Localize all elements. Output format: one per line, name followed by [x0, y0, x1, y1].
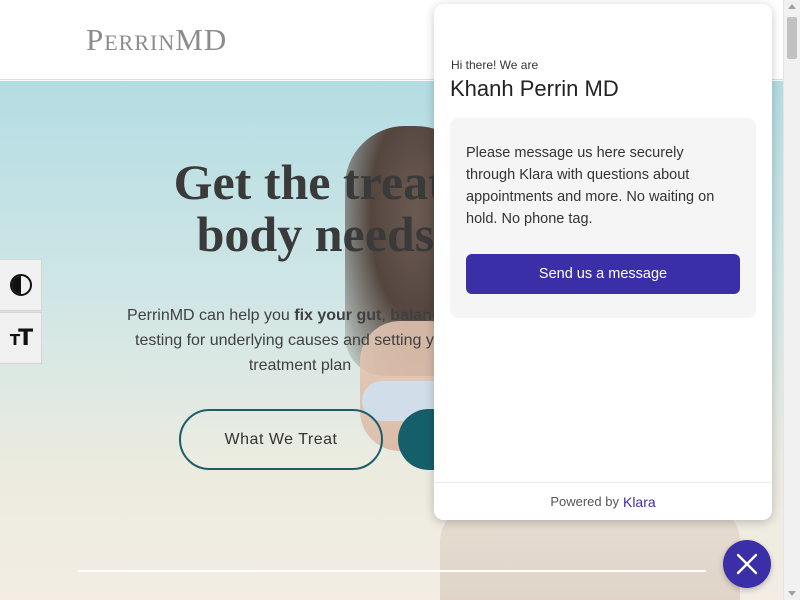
widget-message-card: Please message us here securely through … — [450, 118, 756, 318]
perrinmd-logo[interactable]: PerrinMD — [86, 22, 227, 58]
klara-link[interactable]: Klara — [623, 494, 656, 510]
klara-chat-widget: Hi there! We are Khanh Perrin MD Please … — [434, 4, 772, 520]
widget-greeting: Hi there! We are — [451, 58, 539, 72]
scroll-thumb[interactable] — [787, 17, 797, 59]
scroll-up-arrow-icon[interactable] — [788, 4, 796, 9]
contrast-icon — [9, 274, 32, 296]
text-size-icon: TT — [9, 325, 33, 351]
contrast-toggle-button[interactable] — [0, 259, 42, 311]
widget-message-text: Please message us here securely through … — [466, 145, 715, 227]
scroll-down-arrow-icon[interactable] — [788, 591, 796, 596]
close-icon — [736, 553, 758, 575]
widget-footer: Powered by Klara — [434, 482, 772, 520]
section-divider — [78, 570, 706, 572]
what-we-treat-button[interactable]: What We Treat — [179, 409, 383, 470]
powered-by-label: Powered by — [550, 494, 619, 509]
text-size-button[interactable]: TT — [0, 312, 42, 364]
send-message-button[interactable]: Send us a message — [466, 254, 740, 294]
page-scrollbar[interactable] — [783, 0, 800, 600]
close-widget-button[interactable] — [723, 540, 771, 588]
widget-title: Khanh Perrin MD — [450, 76, 619, 101]
